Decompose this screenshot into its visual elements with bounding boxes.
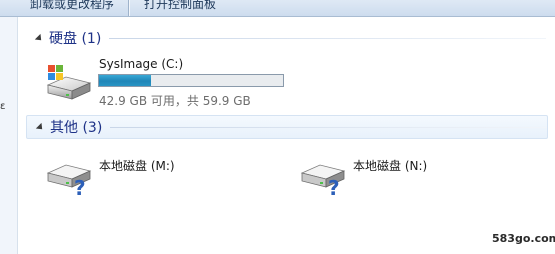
drive-free-space: 42.9 GB 可用，共 59.9 GB xyxy=(99,94,251,108)
collapse-triangle-icon[interactable] xyxy=(34,33,45,43)
command-toolbar: 卸载或更改程序 打开控制面板 xyxy=(0,0,555,17)
group-title-hard-disks: 硬盘 (1) xyxy=(49,31,102,47)
collapse-triangle-icon[interactable] xyxy=(35,122,46,132)
drive-name: SysImage (C:) xyxy=(99,57,184,71)
drive-usage-fill xyxy=(99,75,152,86)
unknown-drive-icon: ? xyxy=(46,164,92,197)
drive-item-c[interactable]: SysImage (C:) 42.9 GB 可用，共 59.9 GB xyxy=(44,55,294,111)
drive-name: 本地磁盘 (N:) xyxy=(353,159,428,173)
svg-text:?: ? xyxy=(328,176,340,197)
group-divider xyxy=(109,37,546,39)
group-divider xyxy=(110,126,547,128)
nav-pane-fragment: ε xyxy=(0,101,6,112)
unknown-drive-icon: ? xyxy=(300,164,346,197)
open-control-panel-button[interactable]: 打开控制面板 xyxy=(144,0,216,14)
uninstall-program-button[interactable]: 卸载或更改程序 xyxy=(30,0,114,14)
drive-usage-bar xyxy=(98,74,284,87)
group-header-other[interactable]: 其他 (3) xyxy=(26,115,548,139)
group-header-hard-disks[interactable]: 硬盘 (1) xyxy=(26,27,546,49)
toolbar-separator xyxy=(128,0,130,16)
drive-item-n[interactable]: ? 本地磁盘 (N:) xyxy=(298,151,498,197)
navigation-pane[interactable]: ε xyxy=(0,17,18,254)
drive-name: 本地磁盘 (M:) xyxy=(99,159,175,173)
drive-item-m[interactable]: ? 本地磁盘 (M:) xyxy=(44,151,244,197)
watermark-text: 583go.com xyxy=(492,232,555,245)
windows-drive-icon xyxy=(46,65,92,100)
group-title-other: 其他 (3) xyxy=(50,120,103,136)
svg-text:?: ? xyxy=(74,176,86,197)
site-watermark: 583go.com xyxy=(450,211,555,254)
